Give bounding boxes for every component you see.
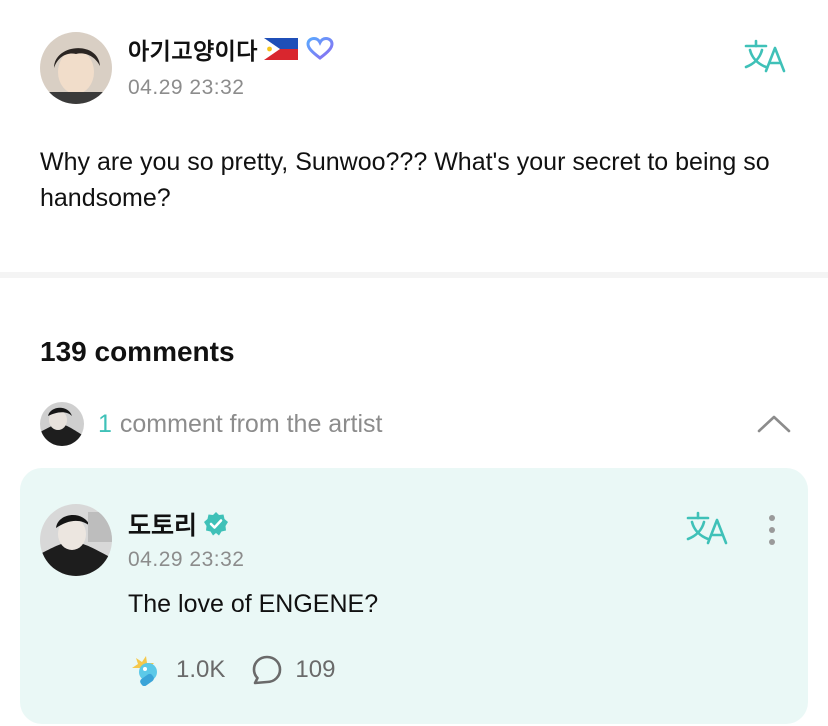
artist-comment-label: comment from the artist (119, 409, 383, 438)
post: 아기고양이다 04.29 23:32 Why are you so pretty… (0, 0, 828, 272)
reaction-count: 1.0K (176, 656, 226, 683)
artist-translate-button[interactable] (686, 510, 730, 546)
chevron-up-icon[interactable] (756, 410, 792, 438)
comment-actions: 1.0K 109 (128, 654, 336, 687)
artist-name[interactable]: 도토리 (128, 506, 197, 542)
artist-comment-card: 도토리 04.29 23:32 The love of ENGENE? 1.0K… (20, 468, 808, 724)
more-options-icon[interactable] (760, 512, 784, 548)
artist-mini-avatar (40, 402, 84, 446)
section-divider (0, 272, 828, 278)
verified-badge-icon (203, 511, 229, 537)
reaction-icon[interactable] (128, 654, 164, 687)
philippines-flag-icon (263, 38, 298, 60)
translate-icon (686, 511, 728, 545)
artist-comment-count: 1 (98, 409, 112, 438)
post-body: Why are you so pretty, Sunwoo??? What's … (40, 148, 770, 212)
comments-count: 139 comments (40, 336, 235, 367)
reply-count: 109 (295, 656, 336, 683)
heart-badge-icon (306, 36, 334, 61)
post-author-avatar[interactable] (40, 32, 112, 104)
artist-comment-date: 04.29 23:32 (128, 548, 245, 571)
artist-avatar[interactable] (40, 504, 112, 576)
artist-comment-text: The love of ENGENE? (128, 590, 379, 618)
reply-icon[interactable] (251, 654, 283, 686)
artist-comments-toggle[interactable]: 1 comment from the artist (40, 402, 800, 446)
artist-author: 도토리 (128, 506, 229, 542)
post-date: 04.29 23:32 (128, 76, 245, 99)
translate-button[interactable] (744, 38, 788, 74)
post-author: 아기고양이다 (128, 32, 334, 66)
post-author-name[interactable]: 아기고양이다 (128, 32, 258, 66)
translate-icon (744, 39, 786, 73)
